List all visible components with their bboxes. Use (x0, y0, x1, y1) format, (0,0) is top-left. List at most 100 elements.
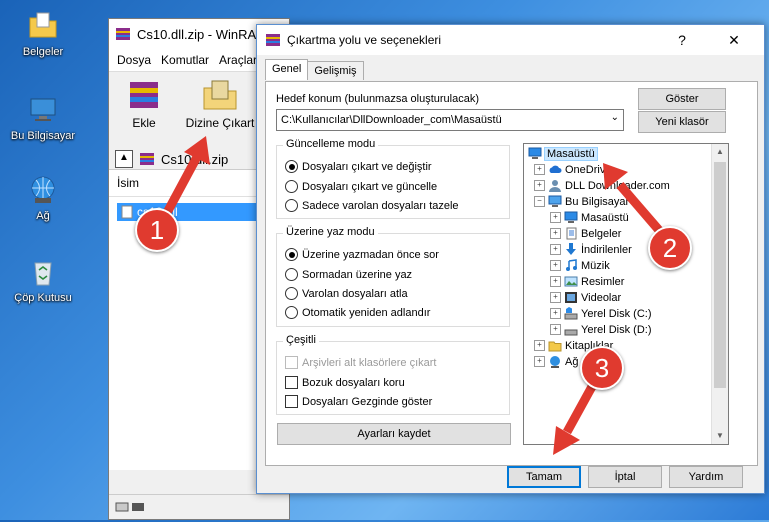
misc-group: Çeşitli Arşivleri alt klasörlere çıkart … (276, 334, 510, 415)
dialog-title: Çıkartma yolu ve seçenekleri (287, 33, 442, 47)
expand-icon[interactable]: + (550, 244, 561, 255)
expand-icon[interactable]: + (534, 340, 545, 351)
radio-button[interactable] (285, 199, 298, 212)
up-folder-icon[interactable]: ▲ (115, 150, 133, 168)
extract-label: Dizine Çıkart (185, 116, 255, 130)
tab-gelismis[interactable]: Gelişmiş (307, 61, 364, 80)
expand-icon[interactable]: + (550, 260, 561, 271)
radio-button[interactable] (285, 248, 298, 261)
tree-item-onedrive[interactable]: + OneDrive (534, 162, 611, 177)
tree-item-disk-d[interactable]: + Yerel Disk (D:) (550, 322, 652, 337)
expand-icon[interactable]: + (550, 324, 561, 335)
tree-item-disk-c[interactable]: + Yerel Disk (C:) (550, 306, 652, 321)
expand-icon[interactable]: + (534, 180, 545, 191)
desktop-icon (564, 211, 578, 223)
overwrite-mode-group: Üzerine yaz modu Üzerine yazmadan önce s… (276, 226, 510, 327)
tree-item-network[interactable]: + Ağ (534, 354, 578, 369)
checkbox[interactable] (285, 376, 298, 389)
tab-genel[interactable]: Genel (265, 59, 309, 80)
save-settings-button[interactable]: Ayarları kaydet (277, 423, 511, 445)
radio-button[interactable] (285, 306, 298, 319)
checkbox-keep-broken-files[interactable]: Bozuk dosyaları koru (285, 376, 405, 389)
radio-button[interactable] (285, 160, 298, 173)
radio-extract-update[interactable]: Dosyaları çıkart ve güncelle (285, 180, 437, 193)
desktop-icon-cop-kutusu[interactable]: Çöp Kutusu (8, 256, 78, 304)
tree-item-label: Müzik (581, 259, 610, 272)
network-icon (550, 356, 560, 368)
tree-item-label: Videolar (581, 291, 622, 304)
ok-button[interactable]: Tamam (507, 466, 581, 488)
tree-item-label: Masaüstü (581, 211, 629, 224)
video-icon (565, 292, 577, 303)
checkbox-show-in-explorer[interactable]: Dosyaları Gezginde göster (285, 395, 432, 408)
radio-ask-before-overwrite[interactable]: Üzerine yazmadan önce sor (285, 248, 439, 261)
desktop-icon-ag[interactable]: Ağ (8, 174, 78, 222)
winrar-icon (266, 34, 280, 46)
expand-icon[interactable]: + (534, 164, 545, 175)
scroll-up-icon[interactable]: ▲ (712, 144, 728, 160)
update-mode-group: Güncelleme modu Dosyaları çıkart ve deği… (276, 138, 510, 219)
radio-button[interactable] (285, 287, 298, 300)
extract-folder-icon (203, 80, 237, 110)
folder-tree[interactable]: Masaüstü + OneDrive + DLL Downloader.com… (523, 143, 729, 445)
expand-icon[interactable]: + (534, 356, 545, 367)
radio-auto-rename[interactable]: Otomatik yeniden adlandır (285, 306, 430, 319)
radio-button[interactable] (285, 268, 298, 281)
expand-icon[interactable]: + (550, 212, 561, 223)
column-name-label: İsim (117, 176, 139, 190)
tree-item-pc-desktop[interactable]: + Masaüstü (550, 210, 629, 225)
dest-path-combo[interactable]: C:\Kullanıcılar\DllDownloader_com\Masaüs… (276, 109, 624, 131)
dll-file-icon (121, 205, 133, 219)
tree-item-label: Yerel Disk (C:) (581, 307, 652, 320)
desktop-icon-belgeler[interactable]: Belgeler (8, 10, 78, 58)
scroll-down-icon[interactable]: ▼ (712, 428, 728, 444)
tree-item-documents[interactable]: + Belgeler (550, 226, 621, 241)
winrar-status-bar (109, 494, 289, 519)
tree-item-user[interactable]: + DLL Downloader.com (534, 178, 670, 193)
radio-freshen-existing[interactable]: Sadece varolan dosyaları tazele (285, 199, 459, 212)
checkbox[interactable] (285, 395, 298, 408)
help-button[interactable]: Yardım (669, 466, 743, 488)
radio-button[interactable] (285, 180, 298, 193)
option-label: Sadece varolan dosyaları tazele (302, 199, 459, 212)
option-label: Varolan dosyaları atla (302, 287, 408, 300)
cancel-button[interactable]: İptal (588, 466, 662, 488)
add-button[interactable]: Ekle (117, 78, 171, 138)
drive-icon (564, 307, 578, 320)
tree-item-label: İndirilenler (581, 243, 632, 256)
expand-icon[interactable]: + (550, 308, 561, 319)
chevron-down-icon[interactable]: ⌄ (611, 112, 619, 123)
menu-dosya[interactable]: Dosya (117, 53, 151, 67)
radio-extract-replace[interactable]: Dosyaları çıkart ve değiştir (285, 160, 432, 173)
expand-icon[interactable]: + (550, 292, 561, 303)
extract-to-button[interactable]: Dizine Çıkart (185, 78, 255, 138)
scroll-thumb[interactable] (714, 162, 726, 388)
callout-2: 2 (648, 226, 692, 270)
tree-item-music[interactable]: + Müzik (550, 258, 610, 273)
expand-icon[interactable]: + (550, 276, 561, 287)
tree-item-desktop[interactable]: Masaüstü (528, 146, 598, 161)
tree-item-pictures[interactable]: + Resimler (550, 274, 624, 289)
update-mode-title: Güncelleme modu (283, 138, 379, 150)
expand-icon[interactable]: + (550, 228, 561, 239)
radio-skip-existing[interactable]: Varolan dosyaları atla (285, 287, 408, 300)
tree-item-videos[interactable]: + Videolar (550, 290, 621, 305)
radio-overwrite-without-prompt[interactable]: Sormadan üzerine yaz (285, 268, 412, 281)
cloud-icon (549, 165, 562, 173)
collapse-icon[interactable]: − (534, 196, 545, 207)
new-folder-button[interactable]: Yeni klasör (638, 111, 726, 133)
tree-scrollbar[interactable]: ▲ ▼ (711, 144, 728, 444)
checkbox (285, 356, 298, 369)
close-icon[interactable]: ✕ (712, 25, 756, 55)
library-icon (548, 341, 562, 352)
show-button[interactable]: Göster (638, 88, 726, 110)
help-icon[interactable]: ? (660, 25, 704, 55)
menu-araclar[interactable]: Araçlar (219, 53, 257, 67)
tree-item-downloads[interactable]: + İndirilenler (550, 242, 632, 257)
tree-item-this-pc[interactable]: − Bu Bilgisayar (534, 194, 629, 209)
desktop-icon-bu-bilgisayar[interactable]: Bu Bilgisayar (8, 94, 78, 142)
tree-item-label: OneDrive (565, 163, 612, 176)
menu-komutlar[interactable]: Komutlar (161, 53, 209, 67)
status-icons (115, 502, 144, 512)
dest-label: Hedef konum (bulunmazsa oluşturulacak) (276, 93, 479, 105)
